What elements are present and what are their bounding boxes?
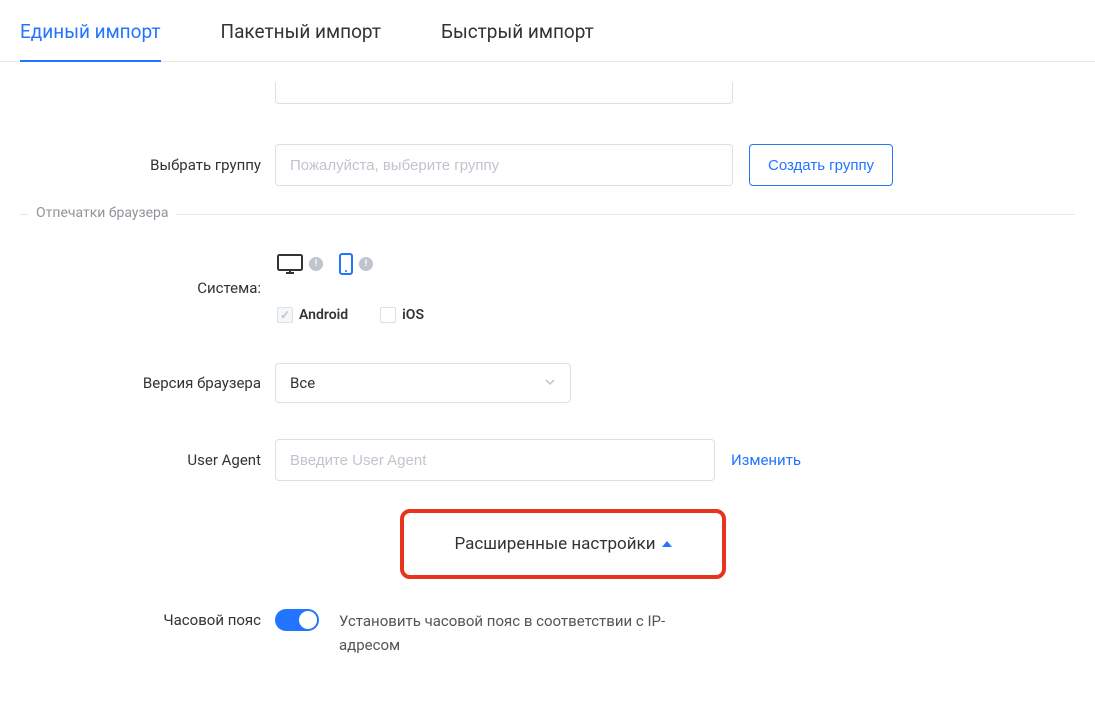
check-icon: ✓ xyxy=(280,309,290,321)
mobile-icon xyxy=(339,253,353,275)
timezone-label: Часовой пояс xyxy=(20,609,275,629)
tab-single-import[interactable]: Единый импорт xyxy=(20,20,161,61)
group-label: Выбрать группу xyxy=(20,156,275,174)
timezone-description: Установить часовой пояс в соответствии с… xyxy=(339,609,719,657)
timezone-toggle[interactable] xyxy=(275,609,319,631)
ios-checkbox[interactable] xyxy=(380,307,396,323)
desktop-icon xyxy=(277,254,303,274)
user-agent-label: User Agent xyxy=(20,451,275,469)
tab-batch-import[interactable]: Пакетный импорт xyxy=(221,20,381,61)
caret-up-icon xyxy=(662,541,672,547)
tabs-bar: Единый импорт Пакетный импорт Быстрый им… xyxy=(0,0,1095,62)
advanced-settings-label: Расширенные настройки xyxy=(454,534,655,554)
mobile-option[interactable]: ! xyxy=(339,253,373,275)
partial-input-bottom xyxy=(20,82,1075,104)
android-checkbox-item[interactable]: ✓ Android xyxy=(277,307,348,323)
toggle-knob xyxy=(299,611,317,629)
fingerprints-fieldset: Отпечатки браузера Система: ! xyxy=(20,214,1075,657)
group-select-input[interactable] xyxy=(275,144,733,186)
info-icon: ! xyxy=(309,257,323,271)
system-label: Система: xyxy=(20,279,275,297)
browser-version-select[interactable]: Все xyxy=(275,363,571,403)
browser-version-label: Версия браузера xyxy=(20,374,275,392)
desktop-option[interactable]: ! xyxy=(277,254,323,274)
create-group-button[interactable]: Создать группу xyxy=(749,144,893,186)
user-agent-input[interactable] xyxy=(275,439,715,481)
android-checkbox[interactable]: ✓ xyxy=(277,307,293,323)
chevron-down-icon xyxy=(544,374,556,392)
ios-checkbox-item[interactable]: iOS xyxy=(380,307,424,323)
tab-quick-import[interactable]: Быстрый импорт xyxy=(441,20,594,61)
info-icon: ! xyxy=(359,257,373,271)
fingerprints-legend: Отпечатки браузера xyxy=(28,205,176,221)
previous-field-edge xyxy=(275,82,733,104)
change-user-agent-link[interactable]: Изменить xyxy=(731,451,801,469)
browser-version-value: Все xyxy=(290,374,315,392)
advanced-settings-toggle[interactable]: Расширенные настройки xyxy=(400,509,726,579)
ios-label: iOS xyxy=(402,307,424,323)
android-label: Android xyxy=(299,307,348,323)
